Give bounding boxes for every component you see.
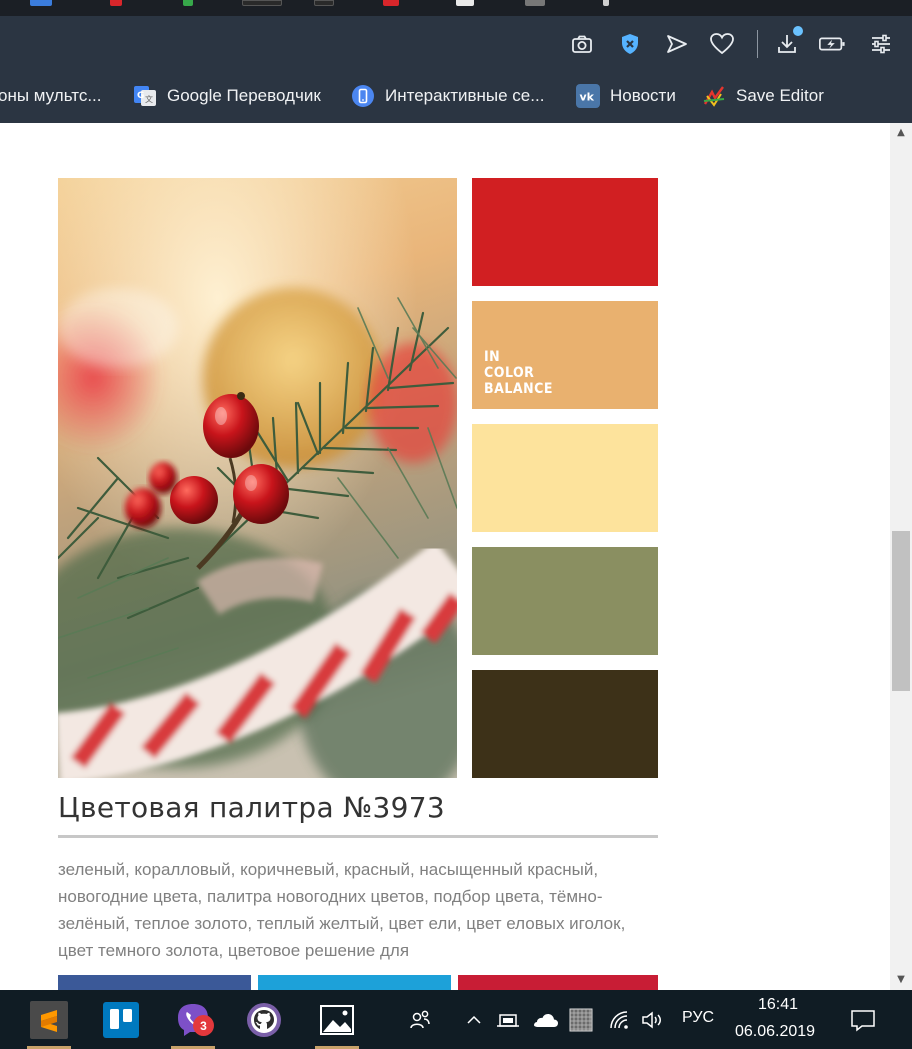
bookmark-item-news[interactable]: vk Новости	[576, 82, 676, 110]
share-twitter-button[interactable]	[258, 975, 451, 990]
brand-line: COLOR	[484, 365, 535, 381]
tab-favicon[interactable]	[456, 0, 474, 6]
bookmark-label: Save Editor	[736, 86, 824, 105]
tab-favicon[interactable]	[314, 0, 334, 6]
tab-favicon[interactable]	[183, 0, 193, 6]
clock-time[interactable]: 16:41	[758, 996, 798, 1014]
bookmark-item[interactable]: оны мультс...	[0, 82, 102, 110]
download-notification-dot	[793, 26, 803, 36]
onedrive-cloud-icon[interactable]	[531, 990, 561, 1049]
volume-icon[interactable]	[638, 990, 666, 1049]
bookmark-label: Google Переводчик	[167, 86, 321, 105]
color-swatch-5[interactable]	[472, 670, 658, 778]
bookmark-label: Новости	[610, 86, 676, 105]
camera-icon[interactable]	[568, 30, 596, 58]
svg-text:文: 文	[145, 94, 153, 104]
toolbar-separator	[757, 30, 758, 58]
tag-list[interactable]: зеленый, коралловый, коричневый, красный…	[58, 856, 658, 964]
tab-favicon[interactable]	[603, 0, 609, 6]
send-icon[interactable]	[663, 30, 691, 58]
page-content: IN COLOR BALANCE Цветовая палитра №3973 …	[0, 123, 890, 990]
chevron-up-icon[interactable]	[462, 990, 486, 1049]
tab-strip[interactable]	[0, 0, 912, 16]
notifications-icon[interactable]	[846, 990, 880, 1049]
shield-icon[interactable]	[616, 30, 644, 58]
google-translate-icon: G文	[133, 84, 157, 108]
scroll-down-arrow-icon[interactable]: ▼	[894, 974, 908, 988]
device-icon[interactable]	[495, 990, 523, 1049]
scrollbar-thumb[interactable]	[892, 531, 910, 691]
vk-icon: vk	[576, 84, 600, 108]
color-swatch-4[interactable]	[472, 547, 658, 655]
svg-text:vk: vk	[580, 91, 595, 104]
settings-sliders-icon[interactable]	[867, 30, 895, 58]
share-pinterest-button[interactable]	[458, 975, 658, 990]
color-swatch-3[interactable]	[472, 424, 658, 532]
palette-photo	[58, 178, 457, 778]
title-divider	[58, 835, 658, 838]
photos-icon[interactable]	[317, 1000, 357, 1040]
tab-favicon[interactable]	[110, 0, 122, 6]
viber-unread-badge: 3	[193, 1015, 214, 1036]
brand-line: IN	[484, 349, 501, 365]
input-language[interactable]: РУС	[682, 1009, 714, 1027]
brand-line: BALANCE	[484, 381, 554, 397]
heart-icon[interactable]	[708, 30, 736, 58]
bookmark-label: оны мультс...	[0, 86, 102, 105]
clock-date[interactable]: 06.06.2019	[735, 1023, 815, 1041]
color-swatch-1[interactable]	[472, 178, 658, 286]
save-editor-icon	[702, 84, 726, 108]
battery-saver-icon[interactable]	[818, 30, 846, 58]
tab-favicon[interactable]	[525, 0, 545, 6]
app-tray-icon[interactable]	[567, 990, 595, 1049]
windows-taskbar: 3 РУС 16:41 06.06.2019	[0, 990, 912, 1049]
bookmark-item-google-translate[interactable]: G文 Google Переводчик	[133, 82, 321, 110]
svg-text:G: G	[137, 91, 144, 101]
scroll-up-arrow-icon[interactable]: ▲	[894, 127, 908, 141]
people-icon[interactable]	[404, 990, 436, 1049]
tab-favicon[interactable]	[242, 0, 282, 6]
brand-watermark: IN COLOR BALANCE	[484, 349, 553, 397]
bookmark-item-interactive[interactable]: Интерактивные се...	[351, 82, 544, 110]
page-title: Цветовая палитра №3973	[58, 791, 445, 824]
vertical-scrollbar[interactable]: ▲ ▼	[890, 123, 912, 990]
share-facebook-button[interactable]	[58, 975, 251, 990]
github-icon[interactable]	[244, 1000, 284, 1040]
bookmarks-bar: оны мультс... G文 Google Переводчик Интер…	[0, 74, 912, 123]
tab-favicon[interactable]	[383, 0, 399, 6]
sublime-text-icon[interactable]	[29, 1000, 69, 1040]
bookmark-item-save-editor[interactable]: Save Editor	[702, 82, 824, 110]
wifi-icon[interactable]	[606, 990, 634, 1049]
bookmark-label: Интерактивные се...	[385, 86, 545, 105]
color-swatch-2[interactable]: IN COLOR BALANCE	[472, 301, 658, 409]
phone-icon	[351, 84, 375, 108]
tab-favicon[interactable]	[30, 0, 52, 6]
trello-icon[interactable]	[101, 1000, 141, 1040]
